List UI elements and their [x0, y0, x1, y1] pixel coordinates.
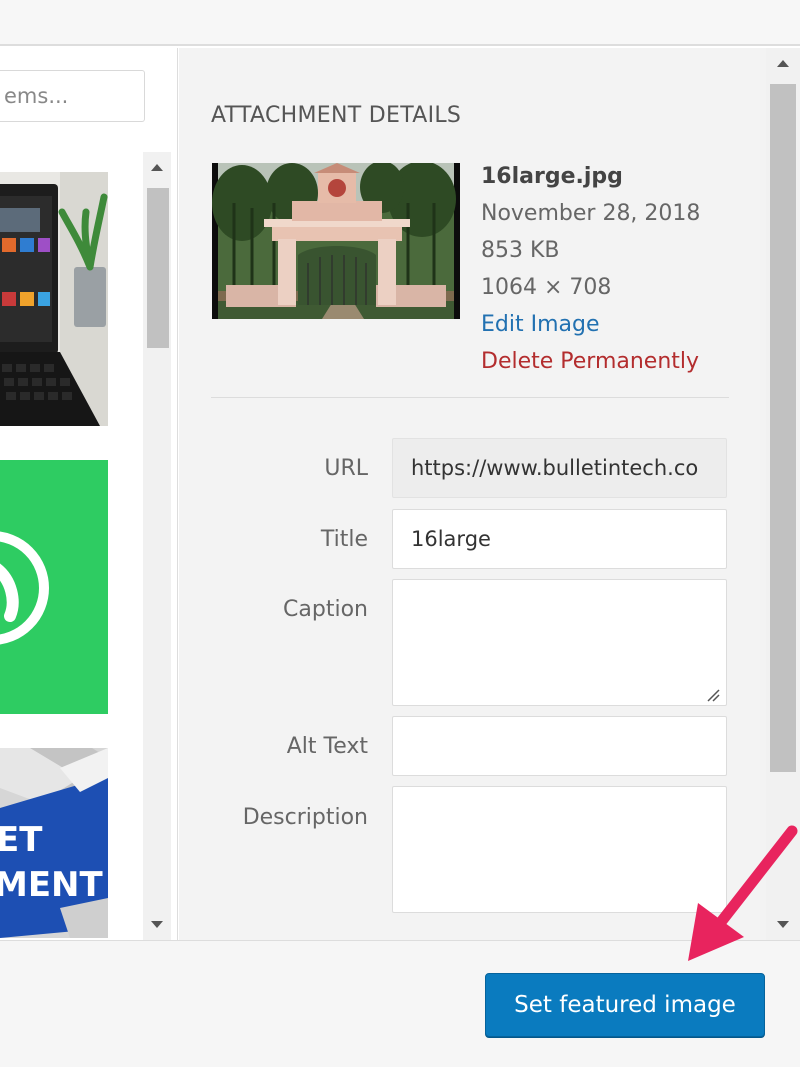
attachment-upload-date: November 28, 2018	[481, 201, 701, 226]
url-label: URL	[324, 456, 368, 481]
scroll-down-arrow-icon[interactable]	[151, 921, 163, 928]
title-label: Title	[320, 527, 368, 552]
title-field[interactable]	[392, 509, 727, 569]
attachment-dimensions: 1064 × 708	[481, 275, 612, 300]
caption-field[interactable]	[392, 579, 727, 706]
alt-text-label: Alt Text	[286, 734, 368, 759]
resize-handle-icon[interactable]	[706, 688, 720, 702]
description-field[interactable]	[392, 786, 727, 913]
attachment-file-size: 853 KB	[481, 238, 560, 263]
edit-image-link[interactable]: Edit Image	[481, 306, 700, 343]
attachment-thumbnail[interactable]	[0, 172, 108, 426]
section-divider	[211, 397, 729, 398]
whatsapp-thumbnail-icon	[0, 460, 108, 714]
scroll-up-arrow-icon[interactable]	[151, 164, 163, 171]
delete-permanently-link[interactable]: Delete Permanently	[481, 343, 700, 380]
attachment-meta: 16large.jpg November 28, 2018 853 KB 106…	[481, 158, 700, 380]
attachment-thumbnail[interactable]: ET MENT	[0, 748, 108, 938]
alt-text-field[interactable]	[392, 716, 727, 776]
caption-label: Caption	[283, 597, 368, 622]
attachment-details-heading: ATTACHMENT DETAILS	[211, 103, 462, 128]
scrollbar-thumb[interactable]	[770, 84, 796, 772]
attachment-details-panel: ATTACHMENT DETAILS 16large.jpg November …	[179, 48, 766, 940]
laptop-plant-thumbnail-icon	[0, 172, 108, 426]
scrollbar-thumb[interactable]	[147, 188, 169, 348]
media-search	[0, 70, 145, 122]
scroll-down-arrow-icon[interactable]	[777, 921, 789, 928]
thumbnail-text: ET	[0, 820, 43, 860]
attachment-preview-image	[212, 163, 460, 319]
keyboard-key-thumbnail-icon: ET MENT	[0, 748, 108, 938]
details-scrollbar[interactable]	[766, 48, 800, 940]
description-label: Description	[242, 805, 368, 830]
attachment-filename: 16large.jpg	[481, 164, 623, 189]
set-featured-image-button[interactable]: Set featured image	[485, 973, 765, 1037]
media-grid-scrollbar[interactable]	[143, 152, 171, 940]
thumbnail-text: MENT	[0, 865, 104, 905]
modal-top-bar	[0, 0, 800, 46]
scroll-up-arrow-icon[interactable]	[777, 60, 789, 67]
attachment-thumbnail[interactable]	[0, 460, 108, 714]
media-library-grid: ET MENT	[0, 48, 178, 940]
media-modal-toolbar: Set featured image	[0, 940, 800, 1067]
url-field[interactable]	[392, 438, 727, 498]
media-search-input[interactable]	[4, 71, 144, 121]
